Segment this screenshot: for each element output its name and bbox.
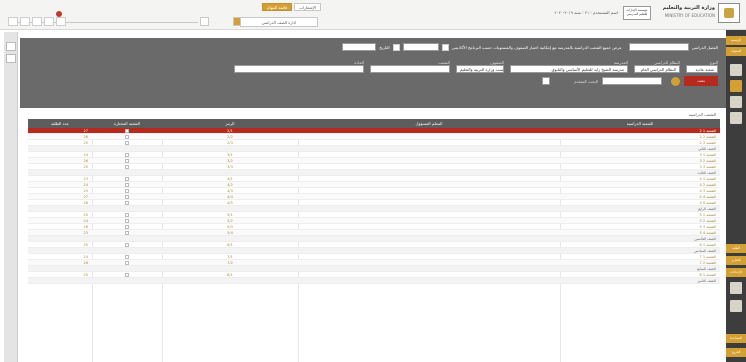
filter-select[interactable]: حسب وزارة التربية والتعليم [456, 65, 504, 73]
row-checkbox[interactable] [125, 261, 129, 265]
group-row: الصف الثامن [28, 278, 720, 284]
row-checkbox[interactable] [125, 159, 129, 163]
sidebar-item-reports[interactable]: التقارير [726, 256, 746, 265]
tab-class-management[interactable]: ادارة الصف الدراسي [240, 17, 318, 27]
col-header-section[interactable]: الشعبة الدراسية [560, 119, 720, 128]
calendar-icon[interactable] [542, 77, 550, 85]
row-checkbox[interactable] [125, 273, 129, 277]
next-page-button[interactable] [44, 17, 54, 26]
sidebar: الرئيسية الصفوف الطلبة التقارير الإعدادا… [726, 30, 746, 362]
row-checkbox[interactable] [125, 129, 129, 133]
sidebar-item-students[interactable]: الطلبة [726, 244, 746, 253]
partner-logo: مؤسسة الإمارات للتعليم المدرسي [623, 6, 651, 20]
col-header-count[interactable]: عدد الطلبة [28, 119, 92, 128]
first-page-button[interactable] [8, 17, 18, 26]
row-checkbox[interactable] [125, 219, 129, 223]
advanced-search-label: البحث المتقدم [574, 79, 598, 84]
notification-buttons: قائمة المهام الإشعارات [262, 3, 321, 11]
show-all-text: عرض جميع الشعب الدراسية بالمدرسة مع إمكا… [451, 44, 622, 50]
sidebar-item-home[interactable]: الرئيسية [726, 36, 746, 45]
filter-select[interactable] [370, 65, 450, 73]
last-page-button[interactable] [56, 17, 66, 26]
grid-header: الشعبة الدراسية المعلم المسؤول الرمز الش… [28, 119, 720, 128]
row-checkbox[interactable] [125, 183, 129, 187]
book-icon[interactable] [730, 96, 742, 108]
row-checkbox[interactable] [125, 243, 129, 247]
user-info: اسم المستخدم : ٢١ : سنة ٢٠١٩-٢٠٢٠ [554, 10, 618, 15]
semester-label: الفصل الدراسي [691, 44, 718, 50]
row-checkbox[interactable] [125, 201, 129, 205]
sections-grid: الشعب الدراسية الشعبة الدراسية المعلم ال… [28, 112, 720, 362]
notifications-button[interactable]: الإشعارات [294, 3, 321, 11]
advanced-search-input[interactable] [602, 77, 662, 85]
sidebar-item-logout[interactable]: الخروج [726, 348, 746, 357]
sidebar-item-help[interactable]: المساعدة [726, 334, 746, 343]
sidebar-item-classes[interactable]: الصفوف [726, 47, 746, 56]
tasks-button[interactable]: قائمة المهام [262, 3, 293, 11]
search-button[interactable]: بحث [684, 76, 718, 86]
term-input[interactable] [402, 43, 439, 51]
document-icon[interactable] [730, 300, 742, 312]
filter-select[interactable]: النظام الدراسي العام [634, 65, 680, 73]
prev-page-button[interactable] [20, 17, 30, 26]
row-checkbox[interactable] [125, 213, 129, 217]
pager [8, 17, 66, 26]
row-checkbox[interactable] [125, 189, 129, 193]
students-icon[interactable] [730, 64, 742, 76]
refresh-icon[interactable] [6, 42, 16, 51]
row-checkbox[interactable] [125, 141, 129, 145]
date-input[interactable] [342, 43, 377, 51]
row-checkbox[interactable] [125, 177, 129, 181]
row-checkbox[interactable] [125, 153, 129, 157]
filter-panel: التاريخ عرض جميع الشعب الدراسية بالمدرسة… [20, 38, 726, 108]
row-checkbox[interactable] [125, 135, 129, 139]
grid-title: الشعب الدراسية [688, 112, 716, 117]
sidebar-item-settings[interactable]: الإعدادات [726, 268, 746, 277]
brand-subtitle: MINISTRY OF EDUCATION [664, 13, 715, 18]
main-content: التاريخ عرض جميع الشعب الدراسية بالمدرسة… [0, 30, 726, 362]
row-checkbox[interactable] [125, 195, 129, 199]
ministry-logo-icon [718, 3, 740, 23]
brand-title: وزارة التربية والتعليم [662, 5, 715, 11]
top-bar: وزارة التربية والتعليم MINISTRY OF EDUCA… [0, 0, 746, 30]
icon-toolbar [4, 32, 18, 362]
row-checkbox[interactable] [125, 231, 129, 235]
group-label: الصف الثامن [697, 279, 716, 283]
filter-select[interactable]: مدرسة الشيخ زايد للتعليم الأساسي والثانو… [510, 65, 628, 73]
grid-icon[interactable] [730, 282, 742, 294]
user-icon[interactable] [730, 112, 742, 124]
print-icon[interactable] [6, 54, 16, 63]
page-number[interactable] [32, 17, 42, 26]
row-checkbox[interactable] [125, 255, 129, 259]
date-checkbox[interactable] [392, 43, 400, 51]
col-header-selected[interactable]: الشعبة المختارة [92, 119, 162, 128]
filter-select[interactable]: شعبة عادية [686, 65, 718, 73]
row-checkbox[interactable] [125, 165, 129, 169]
date-label: التاريخ [379, 44, 390, 50]
filter-toggle[interactable] [200, 17, 209, 26]
col-header-code[interactable]: الرمز [162, 119, 298, 128]
semester-select[interactable] [628, 43, 689, 51]
reports-icon[interactable] [730, 80, 742, 92]
col-header-teacher[interactable]: المعلم المسؤول [298, 119, 560, 128]
show-all-checkbox[interactable] [441, 43, 449, 51]
row-checkbox[interactable] [125, 225, 129, 229]
filter-select[interactable] [234, 65, 364, 73]
gear-icon[interactable] [671, 77, 680, 86]
